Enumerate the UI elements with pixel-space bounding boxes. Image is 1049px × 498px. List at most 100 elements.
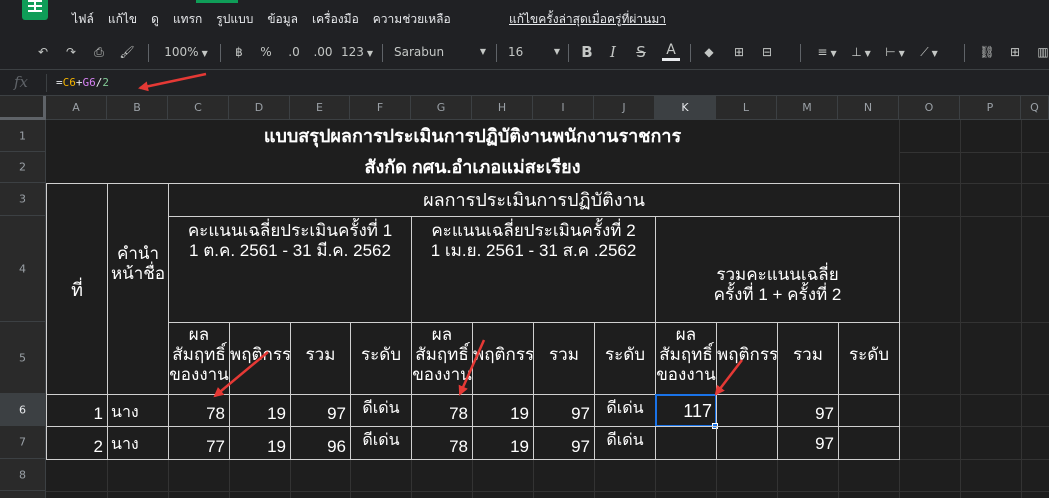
font-size-select[interactable]: 16 ▼	[508, 43, 560, 61]
title-cell[interactable]: แบบสรุปผลการประเมินการปฏิบัติงานพนักงานร…	[46, 120, 899, 152]
cell-d7[interactable]: 19	[229, 426, 291, 460]
column-header-n[interactable]: N	[838, 96, 899, 120]
cell-i6[interactable]: 97	[533, 394, 595, 427]
column-header-a[interactable]: A	[46, 96, 107, 120]
cell-l7[interactable]	[716, 426, 778, 460]
header-behavior-3[interactable]: พฤติกรรม	[716, 322, 778, 395]
bold-button[interactable]: B	[578, 43, 596, 61]
text-wrap-icon[interactable]: ⊢ ▼	[880, 43, 910, 61]
merge-cells-icon[interactable]: ⊟	[758, 43, 776, 61]
header-level-3[interactable]: ระดับ	[838, 322, 900, 395]
header-prefix-cell[interactable]: คำนำหน้าชื่อ	[107, 183, 169, 395]
menu-edit[interactable]: แก้ไข	[108, 10, 137, 29]
row-header-2[interactable]: 2	[0, 152, 46, 183]
column-header-p[interactable]: P	[960, 96, 1021, 120]
column-header-h[interactable]: H	[472, 96, 533, 120]
header-round2-cell[interactable]: คะแนนเฉลี่ยประเมินครั้งที่ 2 1 เม.ย. 256…	[411, 216, 656, 323]
cell-g7[interactable]: 78	[411, 426, 473, 460]
cell-g6[interactable]: 78	[411, 394, 473, 427]
cell-e6[interactable]: 97	[290, 394, 351, 427]
text-rotation-icon[interactable]: ⟋ ▼	[914, 43, 944, 61]
chart-icon[interactable]: ▥	[1034, 43, 1049, 61]
header-round1-cell[interactable]: คะแนนเฉลี่ยประเมินครั้งที่ 1 1 ต.ค. 2561…	[168, 216, 412, 323]
header-behavior-1[interactable]: พฤติกรรม	[229, 322, 291, 395]
header-sum-3[interactable]: รวม	[777, 322, 839, 395]
italic-button[interactable]: I	[604, 43, 622, 61]
column-header-f[interactable]: F	[350, 96, 411, 120]
cell-a6[interactable]: 1	[46, 394, 108, 427]
fill-color-icon[interactable]: ◆	[700, 43, 718, 61]
sheets-logo-icon[interactable]	[22, 0, 48, 20]
menu-insert[interactable]: แทรก	[173, 10, 202, 29]
cell-j7[interactable]: ดีเด่น	[594, 426, 656, 460]
link-icon[interactable]: ⛓	[978, 43, 996, 61]
borders-icon[interactable]: ⊞	[730, 43, 748, 61]
strikethrough-button[interactable]: S	[632, 43, 650, 61]
header-sum-1[interactable]: รวม	[290, 322, 351, 395]
row-header-5[interactable]: 5	[0, 322, 46, 394]
menu-format[interactable]: รูปแบบ	[216, 10, 253, 29]
column-header-b[interactable]: B	[107, 96, 168, 120]
header-behavior-2[interactable]: พฤติกรรม	[472, 322, 534, 395]
cell-h6[interactable]: 19	[472, 394, 534, 427]
cell-m6[interactable]: 97	[777, 394, 839, 427]
cell-b6[interactable]: นาง	[107, 394, 169, 427]
row-header-9[interactable]	[0, 491, 46, 498]
text-color-button[interactable]: A	[662, 43, 680, 61]
header-achievement-1[interactable]: ผลสัมฤทธิ์ของงาน	[168, 322, 230, 395]
header-level-2[interactable]: ระดับ	[594, 322, 656, 395]
redo-icon[interactable]: ↷	[62, 43, 80, 61]
cell-c6[interactable]: 78	[168, 394, 230, 427]
column-header-e[interactable]: E	[290, 96, 350, 120]
menu-file[interactable]: ไฟล์	[72, 10, 94, 29]
cell-l6[interactable]	[716, 394, 778, 427]
formula-input[interactable]: =C6+G6/2	[56, 76, 109, 89]
paint-format-icon[interactable]: 🖌	[118, 43, 136, 61]
menu-view[interactable]: ดู	[151, 10, 159, 29]
column-header-k[interactable]: K	[655, 96, 716, 120]
decrease-decimal-button[interactable]: .0	[284, 43, 304, 61]
column-header-q[interactable]: Q	[1021, 96, 1049, 120]
row-header-1[interactable]: 1	[0, 120, 46, 152]
menu-help[interactable]: ความช่วยเหลือ	[373, 10, 451, 29]
row-header-6[interactable]: 6	[0, 394, 46, 426]
menu-tools[interactable]: เครื่องมือ	[312, 10, 359, 29]
print-icon[interactable]: ⎙	[90, 43, 108, 61]
header-level-1[interactable]: ระดับ	[350, 322, 412, 395]
header-achievement-3[interactable]: ผลสัมฤทธิ์ของงาน	[655, 322, 717, 395]
last-edit-link[interactable]: แก้ไขครั้งล่าสุดเมื่อครู่ที่ผ่านมา	[509, 10, 666, 29]
row-header-8[interactable]: 8	[0, 459, 46, 491]
column-header-c[interactable]: C	[168, 96, 229, 120]
comment-icon[interactable]: ⊞	[1006, 43, 1024, 61]
column-header-i[interactable]: I	[533, 96, 594, 120]
cell-n6[interactable]	[838, 394, 900, 427]
row-header-4[interactable]: 4	[0, 216, 46, 322]
cell-k7[interactable]	[655, 426, 717, 460]
column-header-d[interactable]: D	[229, 96, 290, 120]
cell-e7[interactable]: 96	[290, 426, 351, 460]
cell-f7[interactable]: ดีเด่น	[350, 426, 412, 460]
more-formats-select[interactable]: 123 ▼	[340, 43, 374, 61]
header-no-cell[interactable]: ที่	[46, 183, 108, 395]
cell-m7[interactable]: 97	[777, 426, 839, 460]
cell-c7[interactable]: 77	[168, 426, 230, 460]
cell-n7[interactable]	[838, 426, 900, 460]
currency-button[interactable]: ฿	[232, 43, 246, 61]
column-header-j[interactable]: J	[594, 96, 655, 120]
increase-decimal-button[interactable]: .00	[312, 43, 334, 61]
cell-j6[interactable]: ดีเด่น	[594, 394, 656, 427]
cell-b7[interactable]: นาง	[107, 426, 169, 460]
cell-f6[interactable]: ดีเด่น	[350, 394, 412, 427]
row-header-3[interactable]: 3	[0, 183, 46, 216]
column-header-o[interactable]: O	[899, 96, 960, 120]
zoom-select[interactable]: 100% ▼	[160, 43, 212, 61]
subtitle-cell[interactable]: สังกัด กศน.อำเภอแม่สะเรียง	[46, 152, 899, 183]
column-header-l[interactable]: L	[716, 96, 777, 120]
percent-button[interactable]: %	[258, 43, 274, 61]
cell-h7[interactable]: 19	[472, 426, 534, 460]
menu-data[interactable]: ข้อมูล	[267, 10, 298, 29]
undo-icon[interactable]: ↶	[34, 43, 52, 61]
header-achievement-2[interactable]: ผลสัมฤทธิ์ของงาน	[411, 322, 473, 395]
row-header-7[interactable]: 7	[0, 426, 46, 459]
header-result-cell[interactable]: ผลการประเมินการปฏิบัติงาน	[168, 183, 900, 217]
